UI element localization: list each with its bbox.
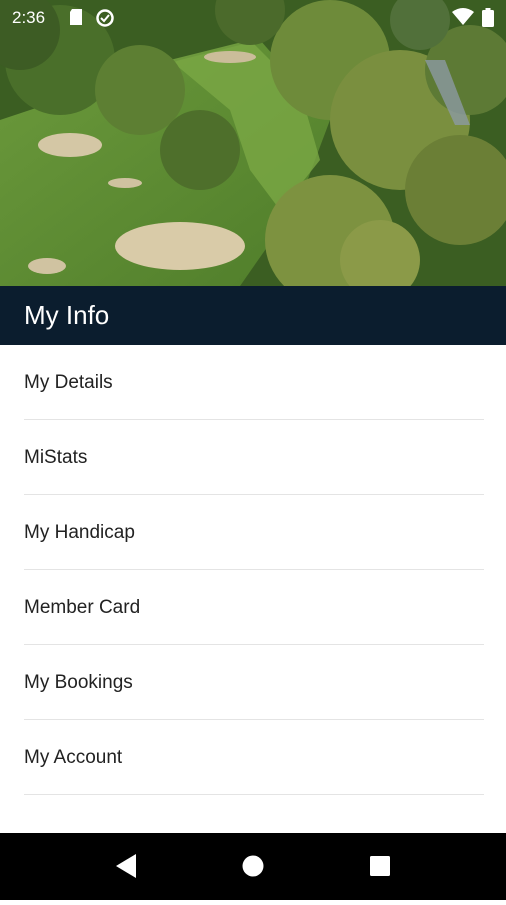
home-icon bbox=[242, 855, 264, 877]
wifi-icon bbox=[452, 8, 474, 31]
hero-golf-course-image bbox=[0, 0, 506, 286]
recents-icon bbox=[370, 856, 390, 876]
status-bar: 2:36 bbox=[0, 0, 506, 34]
menu-item-label: My Handicap bbox=[24, 522, 135, 543]
menu-item-my-account[interactable]: My Account bbox=[0, 720, 506, 795]
sd-card-icon bbox=[68, 8, 84, 31]
page-title: My Info bbox=[24, 300, 110, 330]
back-button[interactable] bbox=[86, 833, 166, 900]
menu-item-member-card[interactable]: Member Card bbox=[0, 570, 506, 645]
recents-button[interactable] bbox=[340, 833, 420, 900]
divider bbox=[24, 794, 484, 795]
home-button[interactable] bbox=[213, 833, 293, 900]
menu-item-label: Member Card bbox=[24, 597, 141, 618]
back-icon bbox=[116, 854, 136, 878]
menu-item-my-details[interactable]: My Details bbox=[0, 345, 506, 420]
battery-icon bbox=[482, 8, 494, 32]
menu-item-label: My Account bbox=[24, 747, 123, 768]
menu-item-my-bookings[interactable]: My Bookings bbox=[0, 645, 506, 720]
system-nav-bar bbox=[0, 833, 506, 900]
status-time: 2:36 bbox=[12, 8, 46, 27]
menu-item-label: My Details bbox=[24, 372, 113, 393]
menu-item-mistats[interactable]: MiStats bbox=[0, 420, 506, 495]
data-saver-icon bbox=[95, 8, 115, 33]
menu-item-my-handicap[interactable]: My Handicap bbox=[0, 495, 506, 570]
menu-item-label: MiStats bbox=[24, 447, 88, 468]
menu-item-label: My Bookings bbox=[24, 672, 133, 693]
info-menu-list: My Details MiStats My Handicap Member Ca… bbox=[0, 345, 506, 795]
header-bar: My Info bbox=[0, 286, 506, 345]
